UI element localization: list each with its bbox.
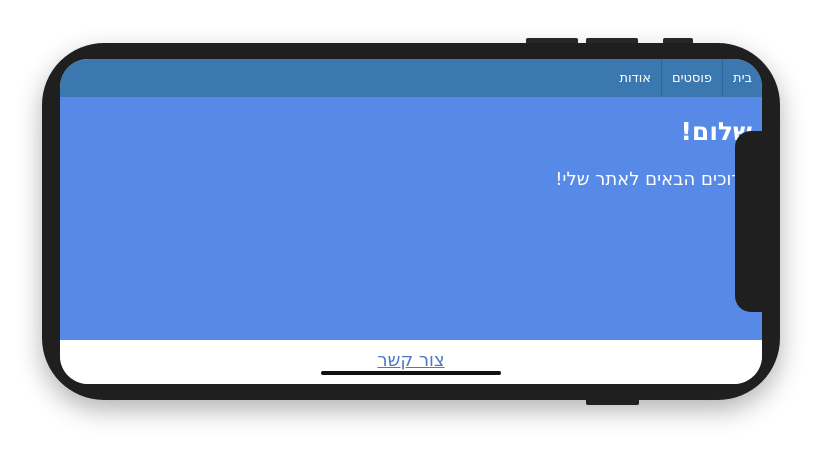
contact-link[interactable]: צור קשר <box>60 350 762 371</box>
camera-notch <box>735 131 775 312</box>
phone-screen: בית פוסטים אודות שלום! ברוכים הבאים לאתר… <box>60 59 762 384</box>
hero-subtitle: ברוכים הבאים לאתר שלי! <box>555 169 752 190</box>
nav-item-posts[interactable]: פוסטים <box>660 59 722 97</box>
device-mockup: בית פוסטים אודות שלום! ברוכים הבאים לאתר… <box>0 0 822 459</box>
footer: צור קשר <box>60 340 762 384</box>
nav-item-about[interactable]: אודות <box>610 59 661 97</box>
home-indicator[interactable] <box>321 371 501 375</box>
nav-item-home[interactable]: בית <box>722 59 762 97</box>
hero-section: שלום! ברוכים הבאים לאתר שלי! <box>60 97 762 340</box>
navbar: בית פוסטים אודות <box>60 59 762 97</box>
